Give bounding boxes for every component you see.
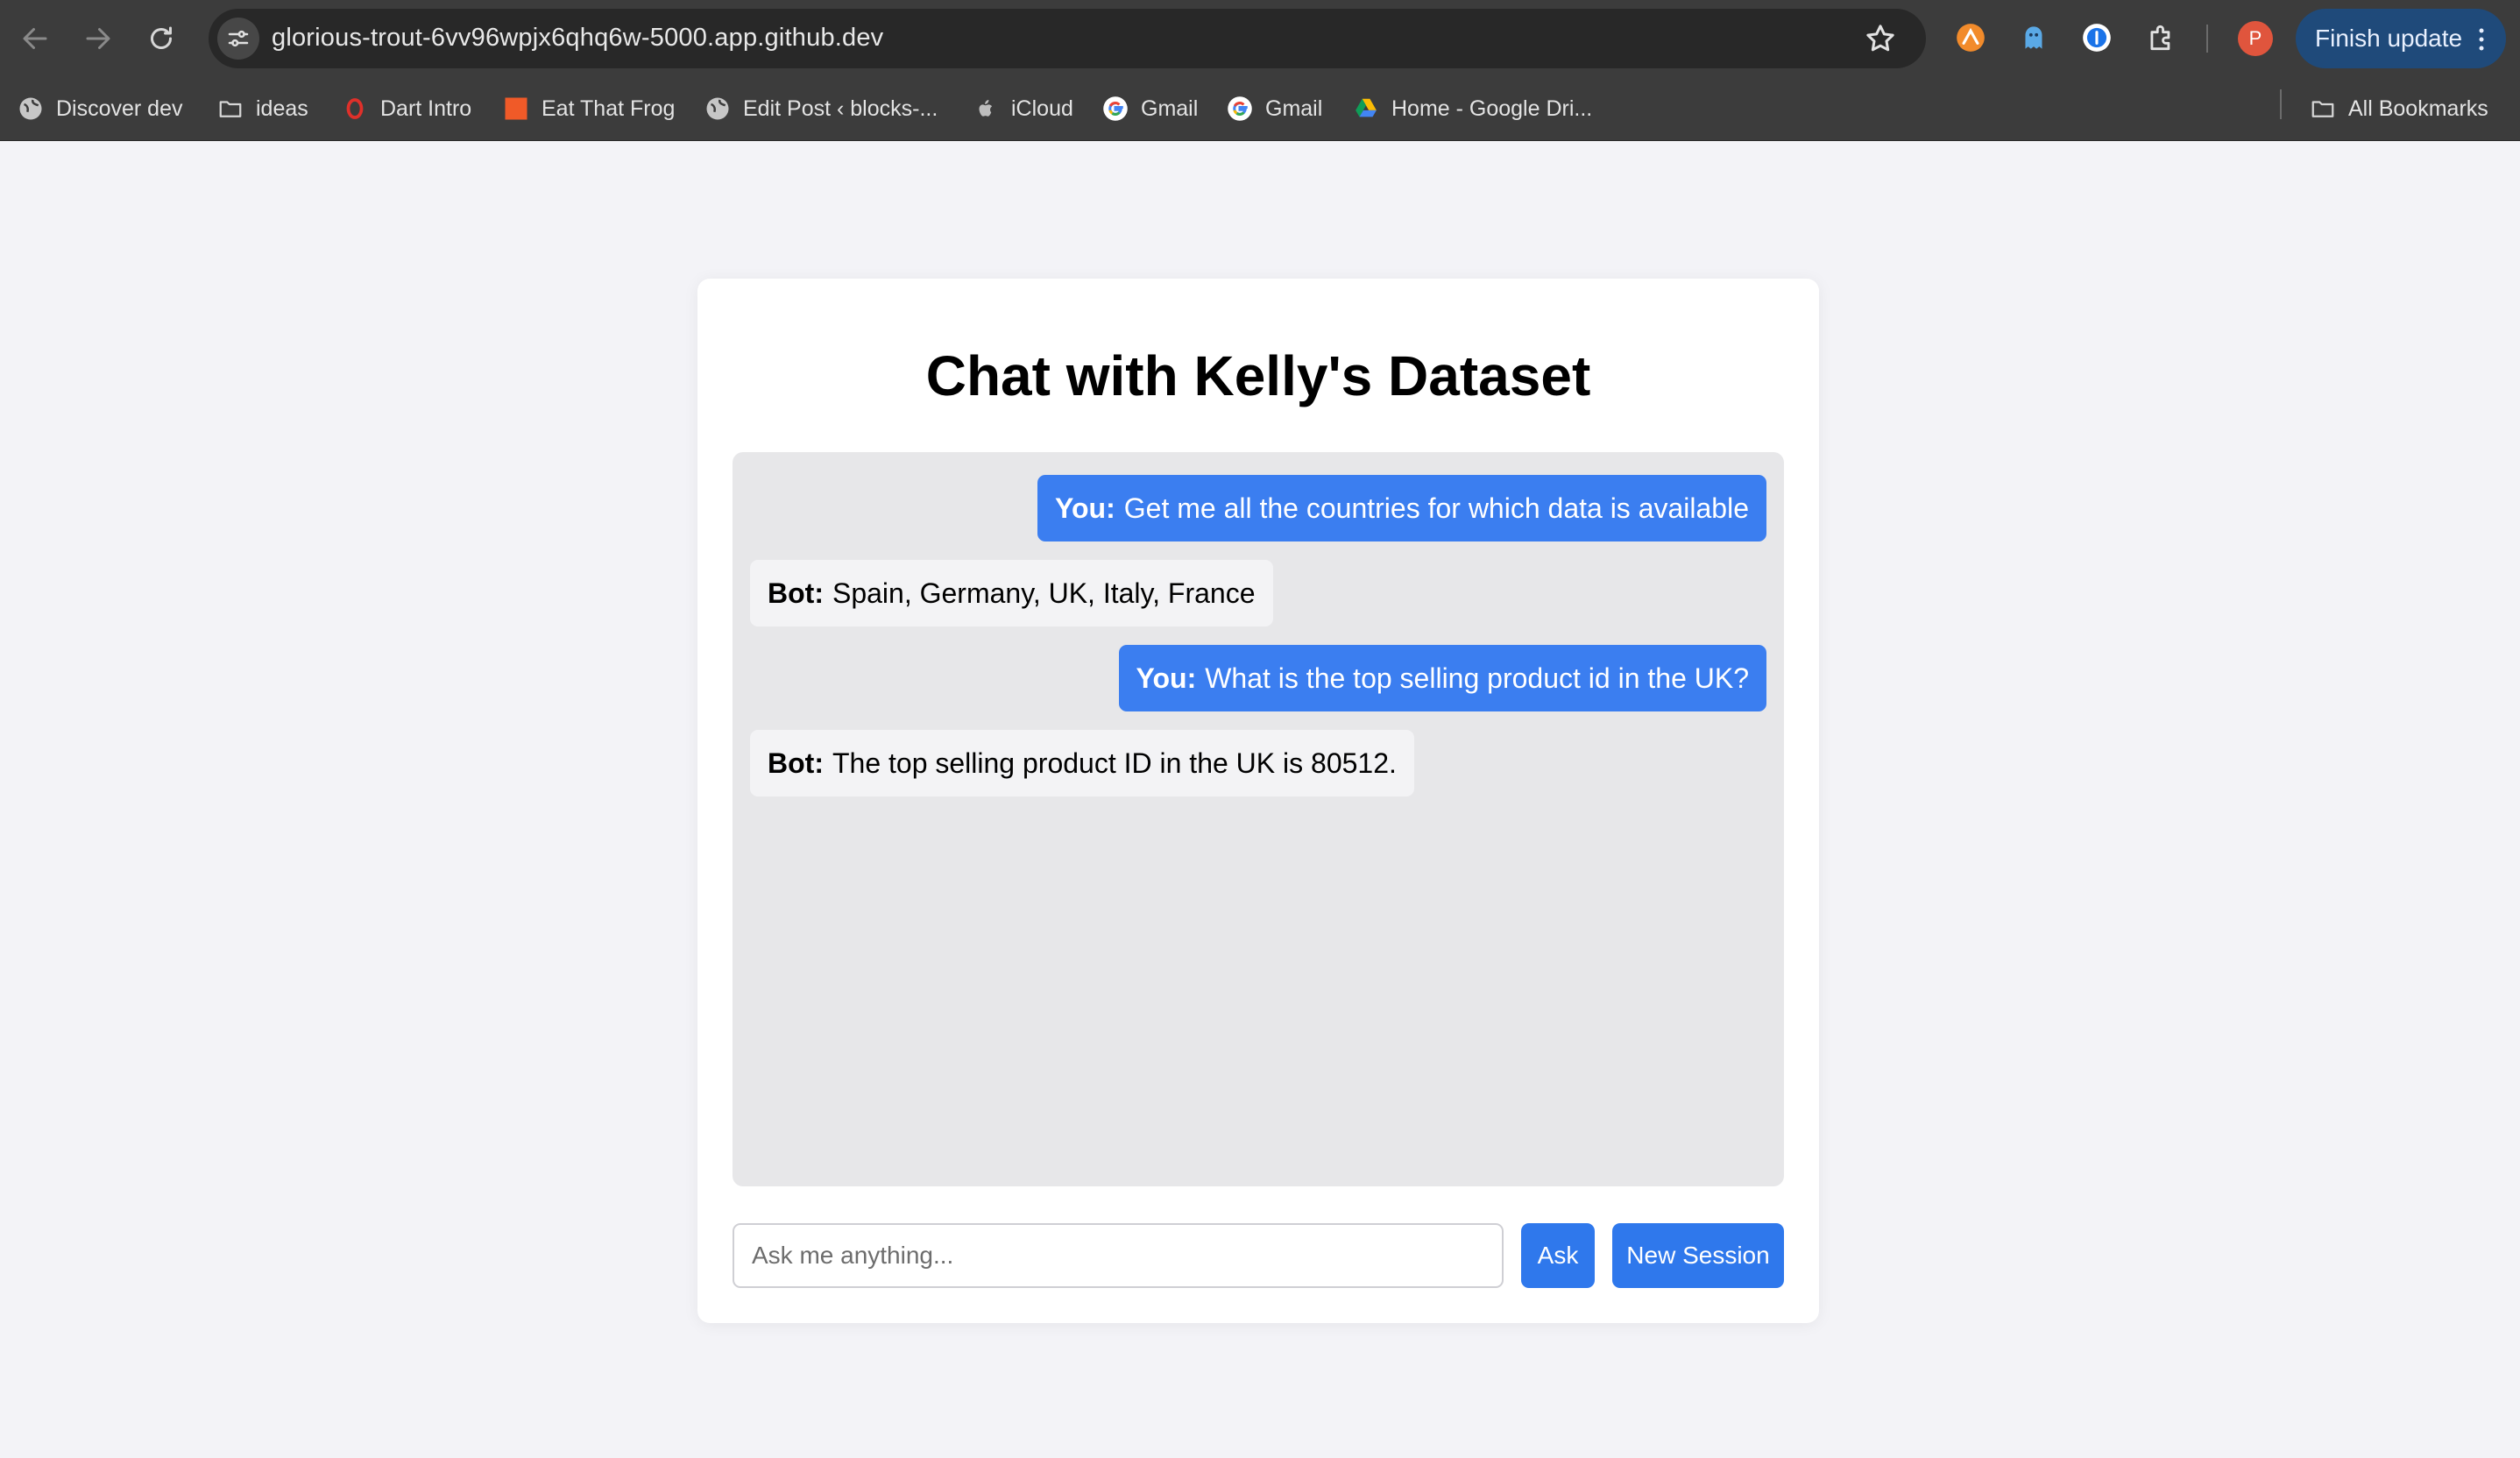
opera-icon [342, 96, 368, 122]
ask-button[interactable]: Ask [1521, 1223, 1595, 1288]
address-bar[interactable]: glorious-trout-6vv96wpjx6qhq6w-5000.app.… [209, 9, 1926, 68]
new-session-button[interactable]: New Session [1612, 1223, 1784, 1288]
bookmark-discover-dev[interactable]: Discover dev [18, 77, 183, 140]
folder-icon [2310, 96, 2336, 122]
chat-card: Chat with Kelly's Dataset You: Get me al… [697, 279, 1819, 1323]
site-settings-icon[interactable] [217, 18, 259, 60]
bookmark-label: Gmail [1265, 96, 1323, 121]
speaker-label: Bot: [768, 747, 824, 779]
arrow-right-icon [86, 28, 110, 49]
arrow-left-icon [23, 28, 47, 49]
bookmark-label: Discover dev [56, 96, 183, 121]
apple-icon [973, 96, 999, 122]
globe-icon [18, 96, 44, 122]
bookmark-label: Edit Post ‹ blocks-... [743, 96, 938, 121]
message-text: What is the top selling product id in th… [1205, 662, 1749, 694]
browser-toolbar: glorious-trout-6vv96wpjx6qhq6w-5000.app.… [0, 0, 2520, 77]
google-icon [1102, 96, 1129, 122]
extension-1-icon[interactable] [1952, 19, 1989, 56]
password-manager-icon[interactable] [2078, 19, 2115, 56]
page-title: Chat with Kelly's Dataset [925, 344, 1591, 407]
orange-square-icon [503, 96, 529, 122]
all-bookmarks-button[interactable]: All Bookmarks [2310, 77, 2488, 140]
user-message: You: Get me all the countries for which … [1037, 475, 1766, 541]
bookmarks-bar: Discover dev ideas Dart Intro Eat That F… [0, 77, 2520, 141]
bookmark-label: iCloud [1011, 96, 1073, 121]
chat-messages: You: Get me all the countries for which … [733, 452, 1784, 1186]
message-text: Spain, Germany, UK, Italy, France [832, 577, 1256, 609]
bookmark-icloud[interactable]: iCloud [973, 77, 1073, 140]
bookmark-star-icon[interactable] [1863, 21, 1898, 56]
profile-avatar[interactable]: P [2238, 21, 2273, 56]
bot-message: Bot: The top selling product ID in the U… [750, 730, 1414, 796]
google-icon [1227, 96, 1253, 122]
speaker-label: You: [1055, 492, 1115, 524]
extensions-puzzle-icon[interactable] [2143, 19, 2180, 56]
reload-icon [151, 26, 172, 49]
bookmark-dart-intro[interactable]: Dart Intro [342, 77, 471, 140]
speaker-label: Bot: [768, 577, 824, 609]
bookmark-gmail-2[interactable]: Gmail [1227, 77, 1322, 140]
bookmark-label: Eat That Frog [542, 96, 676, 121]
bookmark-gmail-1[interactable]: Gmail [1102, 77, 1198, 140]
back-button[interactable] [12, 16, 58, 61]
bookmark-label: Dart Intro [380, 96, 472, 121]
bookmark-google-drive[interactable]: Home - Google Dri... [1353, 77, 1592, 140]
url-text[interactable]: glorious-trout-6vv96wpjx6qhq6w-5000.app.… [272, 24, 883, 53]
bookmark-label: Gmail [1141, 96, 1199, 121]
bookmark-edit-post[interactable]: Edit Post ‹ blocks-... [704, 77, 938, 140]
bookmark-eat-that-frog[interactable]: Eat That Frog [503, 77, 675, 140]
more-vertical-icon [2479, 28, 2484, 51]
bot-message: Bot: Spain, Germany, UK, Italy, France [750, 560, 1273, 626]
forward-button[interactable] [75, 16, 121, 61]
message-text: The top selling product ID in the UK is … [832, 747, 1397, 779]
drive-icon [1353, 96, 1379, 122]
bookmark-label: Home - Google Dri... [1391, 96, 1593, 121]
bookmark-ideas[interactable]: ideas [217, 77, 308, 140]
globe-icon [704, 96, 731, 122]
user-message: You: What is the top selling product id … [1118, 645, 1766, 711]
folder-icon [217, 96, 244, 122]
bookmarks-separator [2280, 89, 2282, 119]
reload-button[interactable] [138, 16, 184, 61]
question-input[interactable] [733, 1223, 1504, 1288]
finish-update-label: Finish update [2315, 25, 2463, 52]
all-bookmarks-label: All Bookmarks [2348, 96, 2488, 121]
bookmark-label: ideas [256, 96, 308, 121]
toolbar-separator [2206, 25, 2208, 53]
speaker-label: You: [1136, 662, 1197, 694]
finish-update-button[interactable]: Finish update [2296, 9, 2506, 68]
ghost-extension-icon[interactable] [2015, 19, 2052, 56]
message-text: Get me all the countries for which data … [1123, 492, 1749, 524]
